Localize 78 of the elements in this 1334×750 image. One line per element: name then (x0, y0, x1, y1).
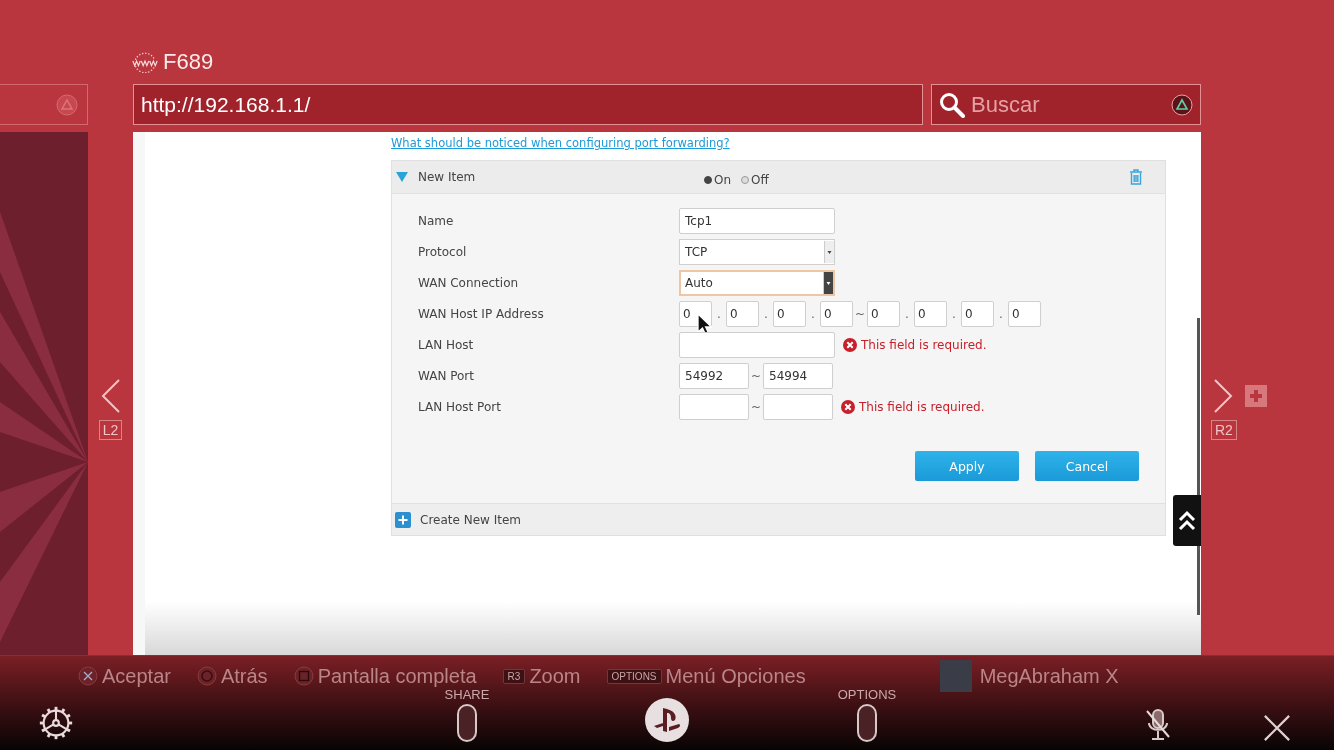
key-badge: R3 (502, 668, 526, 684)
globe-icon (131, 51, 159, 73)
circle-button-icon (196, 666, 217, 686)
ip-dot: . (998, 306, 1004, 321)
share-label: SHARE (444, 687, 490, 702)
hint-label: Menú Opciones (665, 664, 806, 688)
field-label: Protocol (418, 244, 468, 259)
range-separator: ~ (749, 368, 763, 383)
shoulder-key-badge: R2 (1211, 419, 1237, 440)
scroll-to-top-button[interactable] (1173, 495, 1201, 546)
input-field[interactable] (679, 331, 835, 358)
field-label: Name (418, 213, 455, 228)
error-icon (841, 399, 855, 414)
radio-option[interactable]: Off (741, 172, 769, 187)
ip-dot: . (951, 306, 957, 321)
input-field[interactable]: Tcp1 (679, 207, 835, 234)
ip-octet-field[interactable]: 0 (1008, 300, 1041, 327)
item-header[interactable]: New Item On Off (392, 161, 1165, 194)
range-separator: ~ (853, 306, 867, 321)
search-field[interactable]: Buscar (931, 84, 1201, 125)
microphone-icon[interactable] (1143, 708, 1173, 742)
double-chevron-up-icon (1178, 508, 1196, 533)
ip-octet-field[interactable]: 0 (867, 300, 900, 327)
avatar (939, 660, 972, 692)
add-tab-icon[interactable] (1245, 384, 1267, 407)
plus-icon (395, 511, 411, 528)
field-label: WAN Connection (418, 275, 520, 290)
range-separator: ~ (749, 399, 763, 414)
close-icon[interactable] (1263, 714, 1291, 742)
cross-button-icon (78, 666, 98, 686)
playstation-logo-icon[interactable] (645, 698, 689, 742)
hint-label: Zoom (529, 664, 581, 688)
page-tab-title: F689 (163, 49, 214, 75)
radio-option[interactable]: On (704, 172, 732, 187)
options-button[interactable] (857, 704, 877, 742)
ip-dot: . (810, 306, 816, 321)
chevron-right-icon[interactable] (1211, 377, 1235, 414)
search-placeholder: Buscar (971, 91, 1041, 118)
expand-triangle-icon[interactable] (396, 172, 408, 182)
triangle-button-icon (56, 93, 78, 116)
port-field[interactable]: 54992 (679, 362, 749, 389)
url-field[interactable]: http://192.168.1.1/ (133, 84, 923, 125)
ip-octet-field[interactable]: 0 (914, 300, 947, 327)
error-message: This field is required. (861, 337, 987, 352)
item-title: New Item (418, 170, 477, 184)
ip-octet-field[interactable]: 0 (820, 300, 853, 327)
key-badge: OPTIONS (606, 668, 662, 684)
field-label: LAN Host Port (418, 399, 502, 414)
hint-label: Aceptar (102, 664, 171, 688)
triangle-button-icon (1171, 93, 1193, 116)
field-label: WAN Host IP Address (418, 306, 545, 321)
port-field[interactable] (679, 393, 749, 420)
settings-icon[interactable] (37, 704, 75, 742)
create-item-bar[interactable]: Create New Item (392, 503, 1165, 535)
share-button[interactable] (457, 704, 477, 742)
ip-octet-field[interactable]: 0 (961, 300, 994, 327)
ip-dot: . (716, 306, 722, 321)
field-label: LAN Host (418, 337, 475, 352)
square-button-icon (293, 666, 314, 686)
ip-dot: . (904, 306, 910, 321)
port-field[interactable] (763, 393, 833, 420)
search-icon (939, 91, 965, 118)
dropdown-field[interactable]: TCP (679, 238, 835, 265)
field-label: WAN Port (418, 368, 475, 383)
dropdown-field[interactable]: Auto (679, 269, 835, 296)
shoulder-key-badge: L2 (98, 419, 123, 440)
create-item-label: Create New Item (420, 512, 521, 527)
ip-octet-field[interactable]: 0 (726, 300, 759, 327)
error-message: This field is required. (859, 399, 985, 414)
hint-label: Atrás (220, 664, 268, 688)
hint-label: Pantalla completa (317, 664, 477, 688)
user-name: MegAbraham X (979, 664, 1119, 688)
trash-icon[interactable] (1129, 169, 1143, 185)
port-field[interactable]: 54994 (763, 362, 833, 389)
ip-octet-field[interactable]: 0 (773, 300, 806, 327)
ip-dot: . (763, 306, 769, 321)
options-label: OPTIONS (837, 687, 897, 702)
error-icon (843, 337, 857, 352)
